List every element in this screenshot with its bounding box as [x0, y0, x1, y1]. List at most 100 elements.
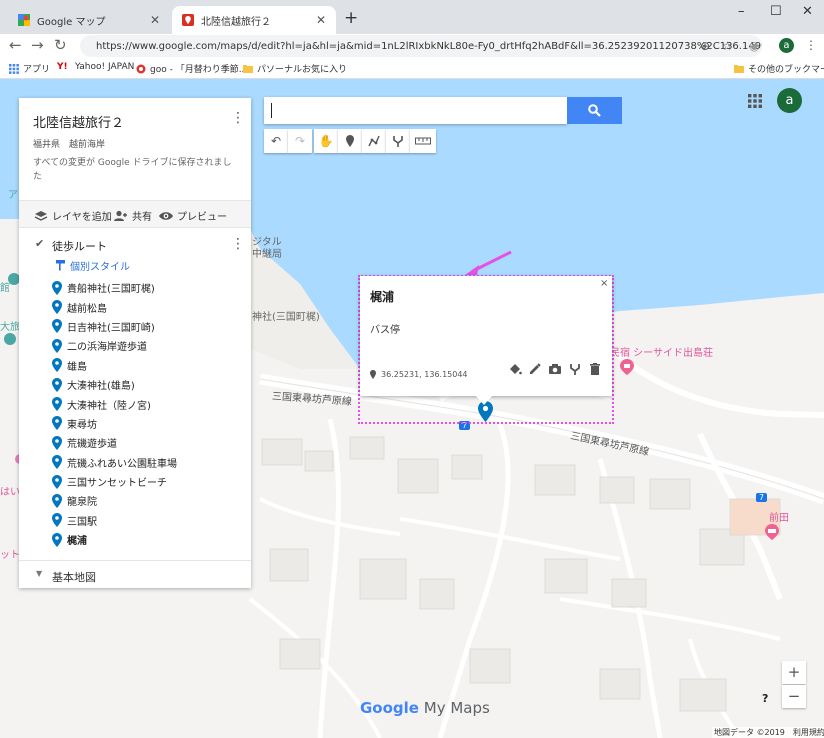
add-marker-icon[interactable] — [338, 129, 362, 153]
search-button[interactable] — [567, 97, 622, 124]
delete-trash-icon[interactable] — [588, 362, 602, 376]
edit-pencil-icon[interactable] — [528, 362, 542, 376]
list-item[interactable]: 三国駅 — [52, 511, 240, 530]
extension-icon[interactable]: ◉ — [749, 39, 759, 53]
map-legend-panel: 北陸信越旅行２ 福井県 越前海岸 すべての変更が Google ドライブに保存さ… — [19, 98, 251, 588]
list-item[interactable]: 貴船神社(三国町梶) — [52, 278, 240, 297]
blue-pin-icon — [52, 280, 62, 295]
window-close-button[interactable]: ✕ — [802, 4, 813, 19]
new-tab-button[interactable]: + — [344, 8, 358, 28]
list-item[interactable]: 龍泉院 — [52, 491, 240, 510]
measure-ruler-icon[interactable] — [410, 129, 436, 153]
place-label: 雄島 — [67, 361, 87, 373]
blue-pin-icon — [52, 513, 62, 528]
directions-icon[interactable] — [386, 129, 410, 153]
map-label-maeda: 前田 — [769, 513, 789, 524]
list-item[interactable]: 二の浜海岸遊歩道 — [52, 336, 240, 355]
reload-icon[interactable]: ↻ — [54, 36, 67, 54]
eye-icon — [159, 211, 173, 220]
layer-name[interactable]: 徒歩ルート — [52, 238, 107, 254]
browser-toolbar: ← → ↻ https://www.google.com/maps/d/edit… — [0, 34, 824, 58]
zoom-in-button[interactable]: + — [782, 661, 806, 684]
forward-arrow-icon[interactable]: → — [31, 36, 44, 54]
bookmark-apps[interactable]: アプリ — [9, 62, 50, 75]
list-item[interactable]: 梶浦 — [52, 530, 240, 549]
bookmark-goo[interactable]: goo - 「月替わり季節... — [136, 62, 247, 75]
zoom-out-button[interactable]: − — [782, 685, 806, 708]
profile-avatar[interactable]: a — [779, 38, 794, 53]
list-item[interactable]: 大湊神社（陸ノ宮) — [52, 394, 240, 413]
draw-line-icon[interactable] — [362, 129, 386, 153]
map-description[interactable]: 福井県 越前海岸 — [33, 137, 105, 150]
ruler-icon — [415, 137, 431, 145]
map-options-menu-icon[interactable]: ⋮ — [231, 110, 245, 126]
place-description: バス停 — [370, 325, 400, 336]
list-item[interactable]: 雄島 — [52, 356, 240, 375]
base-map-label: 基本地図 — [52, 571, 96, 584]
search-input[interactable] — [264, 97, 567, 124]
google-apps-icon[interactable] — [748, 94, 762, 108]
star-icon[interactable]: ☆ — [722, 39, 733, 53]
browser-tab-my-maps[interactable]: 北陸信越旅行２ ✕ — [172, 6, 336, 34]
map-label-relay-station: 中継局 — [252, 249, 282, 260]
keyboard-help-button[interactable]: ? — [762, 692, 768, 705]
share-button[interactable]: 共有 — [114, 208, 152, 223]
directions-icon[interactable] — [568, 362, 582, 376]
list-item[interactable]: 日吉神社(三国町崎) — [52, 317, 240, 336]
layer-options-menu-icon[interactable]: ⋮ — [231, 236, 245, 252]
bookmark-folder[interactable]: パソーナルお気に入り — [243, 62, 347, 75]
zoom-icon[interactable]: ⊕ — [700, 39, 710, 53]
camera-icon[interactable] — [548, 362, 562, 376]
list-item[interactable]: 大湊神社(雄島) — [52, 375, 240, 394]
place-label: 貴船神社(三国町梶) — [67, 284, 155, 296]
place-label: 三国サンセットビーチ — [67, 478, 167, 490]
tab-close-icon[interactable]: ✕ — [316, 13, 326, 27]
place-label: 荒磯ふれあい公園駐車場 — [67, 458, 177, 470]
individual-style-link[interactable]: 個別スタイル — [56, 258, 130, 273]
map-attribution[interactable]: 地図データ ©2019 利用規約 — [712, 727, 824, 738]
map-canvas[interactable]: ジタル 中継局 神社(三国町梶) 三国東尋坊芦原線 三国東尋坊芦原線 民宿 シー… — [0, 79, 824, 738]
save-status: すべての変更が Google ドライブに保存されました — [33, 158, 232, 182]
place-label: 龍泉院 — [67, 497, 97, 509]
paint-bucket-icon[interactable] — [508, 362, 522, 376]
bookmark-yahoo[interactable]: Y! Yahoo! JAPAN — [57, 62, 134, 72]
list-item[interactable]: 三国サンセットビーチ — [52, 472, 240, 491]
marker-icon — [346, 135, 354, 147]
map-title[interactable]: 北陸信越旅行２ — [33, 112, 124, 131]
blue-pin-icon — [52, 493, 62, 508]
list-item[interactable]: 荒磯ふれあい公園駐車場 — [52, 453, 240, 472]
browser-tab-google-maps[interactable]: Google マップ ✕ — [8, 6, 170, 34]
maximize-button[interactable]: ☐ — [770, 4, 782, 19]
tab-title: 北陸信越旅行２ — [201, 16, 271, 28]
place-label: 二の浜海岸遊歩道 — [67, 342, 147, 354]
close-icon[interactable]: × — [600, 278, 608, 289]
account-avatar[interactable]: a — [777, 88, 802, 113]
base-map-section[interactable]: ▼ 基本地図 — [19, 560, 251, 588]
back-arrow-icon[interactable]: ← — [9, 36, 22, 54]
bookmark-other[interactable]: その他のブックマーク — [734, 62, 824, 75]
url-text: https://www.google.com/maps/d/edit?hl=ja… — [96, 40, 762, 52]
address-bar[interactable]: https://www.google.com/maps/d/edit?hl=ja… — [80, 35, 762, 57]
browser-menu-icon[interactable]: ⋮ — [805, 38, 817, 52]
list-item[interactable]: 荒磯遊歩道 — [52, 433, 240, 452]
tab-close-icon[interactable]: ✕ — [150, 13, 160, 27]
preview-button[interactable]: プレビュー — [159, 208, 227, 223]
hand-pan-icon[interactable]: ✋ — [314, 129, 338, 153]
map-actions-bar: レイヤを追加 共有 プレビュー — [19, 200, 251, 228]
place-coordinates: 36.25231, 136.15044 — [370, 370, 468, 379]
layer-visibility-checkbox[interactable]: ✔ — [35, 238, 47, 250]
folder-icon — [243, 64, 253, 73]
blue-pin-icon — [52, 358, 62, 373]
add-layer-button[interactable]: レイヤを追加 — [34, 208, 112, 223]
place-label: 荒磯遊歩道 — [67, 439, 117, 451]
chevron-down-icon: ▼ — [36, 569, 43, 578]
redo-icon[interactable]: ↷ — [288, 129, 312, 153]
undo-icon[interactable]: ↶ — [264, 129, 288, 153]
list-item[interactable]: 東尋坊 — [52, 414, 240, 433]
place-label: 越前松島 — [67, 303, 107, 315]
minimize-button[interactable]: – — [738, 4, 745, 19]
blue-pin-icon — [52, 455, 62, 470]
list-item[interactable]: 越前松島 — [52, 297, 240, 316]
google-maps-favicon-icon — [18, 14, 30, 26]
info-window-tail — [476, 396, 492, 405]
